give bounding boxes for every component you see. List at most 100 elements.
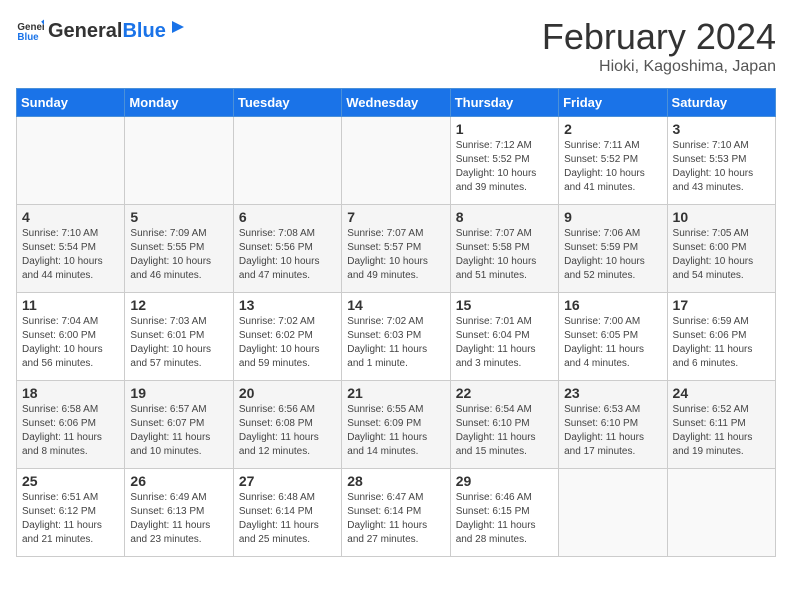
calendar-cell: 7 Sunrise: 7:07 AM Sunset: 5:57 PM Daylig… <box>342 205 450 293</box>
day-info: Sunrise: 6:47 AM Sunset: 6:14 PM Dayligh… <box>347 491 444 547</box>
day-number: 14 <box>347 297 444 313</box>
calendar-cell: 24 Sunrise: 6:52 AM Sunset: 6:11 PM Dayli… <box>667 381 775 469</box>
day-number: 1 <box>456 121 553 137</box>
main-title: February 2024 <box>542 16 776 58</box>
calendar-cell: 6 Sunrise: 7:08 AM Sunset: 5:56 PM Daylig… <box>233 205 341 293</box>
day-number: 17 <box>673 297 770 313</box>
calendar-cell: 29 Sunrise: 6:46 AM Sunset: 6:15 PM Dayli… <box>450 469 558 557</box>
day-info: Sunrise: 7:01 AM Sunset: 6:04 PM Dayligh… <box>456 315 553 371</box>
day-info: Sunrise: 7:02 AM Sunset: 6:03 PM Dayligh… <box>347 315 444 371</box>
day-info: Sunrise: 7:11 AM Sunset: 5:52 PM Dayligh… <box>564 139 661 195</box>
day-info: Sunrise: 6:54 AM Sunset: 6:10 PM Dayligh… <box>456 403 553 459</box>
day-info: Sunrise: 7:10 AM Sunset: 5:54 PM Dayligh… <box>22 227 119 283</box>
calendar-week-5: 25 Sunrise: 6:51 AM Sunset: 6:12 PM Dayli… <box>17 469 776 557</box>
day-number: 28 <box>347 473 444 489</box>
calendar-cell: 25 Sunrise: 6:51 AM Sunset: 6:12 PM Dayli… <box>17 469 125 557</box>
day-number: 13 <box>239 297 336 313</box>
day-number: 11 <box>22 297 119 313</box>
calendar-cell: 8 Sunrise: 7:07 AM Sunset: 5:58 PM Daylig… <box>450 205 558 293</box>
calendar-cell: 10 Sunrise: 7:05 AM Sunset: 6:00 PM Dayli… <box>667 205 775 293</box>
calendar-cell <box>559 469 667 557</box>
calendar-cell: 22Sunrise: 6:54 AM Sunset: 6:10 PM Dayli… <box>450 381 558 469</box>
calendar-cell: 11 Sunrise: 7:04 AM Sunset: 6:00 PM Dayli… <box>17 293 125 381</box>
calendar-cell: 1 Sunrise: 7:12 AM Sunset: 5:52 PM Daylig… <box>450 117 558 205</box>
calendar-cell: 19 Sunrise: 6:57 AM Sunset: 6:07 PM Dayli… <box>125 381 233 469</box>
day-info: Sunrise: 7:04 AM Sunset: 6:00 PM Dayligh… <box>22 315 119 371</box>
logo-icon: General Blue <box>16 16 44 44</box>
day-info: Sunrise: 7:07 AM Sunset: 5:57 PM Dayligh… <box>347 227 444 283</box>
calendar-cell <box>667 469 775 557</box>
day-number: 5 <box>130 209 227 225</box>
day-number: 21 <box>347 385 444 401</box>
calendar-cell: 12 Sunrise: 7:03 AM Sunset: 6:01 PM Dayli… <box>125 293 233 381</box>
calendar-cell: 15 Sunrise: 7:01 AM Sunset: 6:04 PM Dayli… <box>450 293 558 381</box>
calendar-header: SundayMondayTuesdayWednesdayThursdayFrid… <box>17 89 776 117</box>
header: General Blue General Blue February 2024 … <box>16 16 776 76</box>
calendar-cell <box>17 117 125 205</box>
day-number: 6 <box>239 209 336 225</box>
calendar-cell <box>233 117 341 205</box>
day-number: 4 <box>22 209 119 225</box>
day-number: 18 <box>22 385 119 401</box>
day-number: 24 <box>673 385 770 401</box>
day-info: Sunrise: 6:58 AM Sunset: 6:06 PM Dayligh… <box>22 403 119 459</box>
calendar-cell: 2 Sunrise: 7:11 AM Sunset: 5:52 PM Daylig… <box>559 117 667 205</box>
day-info: Sunrise: 7:05 AM Sunset: 6:00 PM Dayligh… <box>673 227 770 283</box>
calendar-cell: 14 Sunrise: 7:02 AM Sunset: 6:03 PM Dayli… <box>342 293 450 381</box>
calendar-table: SundayMondayTuesdayWednesdayThursdayFrid… <box>16 88 776 557</box>
day-info: Sunrise: 7:09 AM Sunset: 5:55 PM Dayligh… <box>130 227 227 283</box>
day-number: 23 <box>564 385 661 401</box>
day-info: Sunrise: 6:57 AM Sunset: 6:07 PM Dayligh… <box>130 403 227 459</box>
logo-arrow-icon <box>168 17 188 37</box>
logo-blue: Blue <box>122 20 165 43</box>
day-number: 7 <box>347 209 444 225</box>
day-info: Sunrise: 6:52 AM Sunset: 6:11 PM Dayligh… <box>673 403 770 459</box>
day-info: Sunrise: 7:00 AM Sunset: 6:05 PM Dayligh… <box>564 315 661 371</box>
weekday-header-thursday: Thursday <box>450 89 558 117</box>
day-number: 25 <box>22 473 119 489</box>
day-number: 15 <box>456 297 553 313</box>
day-number: 2 <box>564 121 661 137</box>
logo: General Blue General Blue <box>16 16 188 44</box>
day-number: 29 <box>456 473 553 489</box>
day-info: Sunrise: 7:07 AM Sunset: 5:58 PM Dayligh… <box>456 227 553 283</box>
day-info: Sunrise: 6:48 AM Sunset: 6:14 PM Dayligh… <box>239 491 336 547</box>
day-info: Sunrise: 7:10 AM Sunset: 5:53 PM Dayligh… <box>673 139 770 195</box>
day-info: Sunrise: 6:56 AM Sunset: 6:08 PM Dayligh… <box>239 403 336 459</box>
calendar-week-1: 1 Sunrise: 7:12 AM Sunset: 5:52 PM Daylig… <box>17 117 776 205</box>
day-info: Sunrise: 7:03 AM Sunset: 6:01 PM Dayligh… <box>130 315 227 371</box>
day-info: Sunrise: 7:08 AM Sunset: 5:56 PM Dayligh… <box>239 227 336 283</box>
day-number: 10 <box>673 209 770 225</box>
calendar-cell: 27 Sunrise: 6:48 AM Sunset: 6:14 PM Dayli… <box>233 469 341 557</box>
day-info: Sunrise: 6:49 AM Sunset: 6:13 PM Dayligh… <box>130 491 227 547</box>
calendar-body: 1 Sunrise: 7:12 AM Sunset: 5:52 PM Daylig… <box>17 117 776 557</box>
calendar-cell: 18 Sunrise: 6:58 AM Sunset: 6:06 PM Dayli… <box>17 381 125 469</box>
calendar-cell: 21 Sunrise: 6:55 AM Sunset: 6:09 PM Dayli… <box>342 381 450 469</box>
weekday-header-saturday: Saturday <box>667 89 775 117</box>
subtitle: Hioki, Kagoshima, Japan <box>542 58 776 76</box>
day-info: Sunrise: 6:46 AM Sunset: 6:15 PM Dayligh… <box>456 491 553 547</box>
calendar-cell: 17Sunrise: 6:59 AM Sunset: 6:06 PM Dayli… <box>667 293 775 381</box>
weekday-header-friday: Friday <box>559 89 667 117</box>
calendar-cell: 9 Sunrise: 7:06 AM Sunset: 5:59 PM Daylig… <box>559 205 667 293</box>
day-number: 26 <box>130 473 227 489</box>
calendar-cell: 13 Sunrise: 7:02 AM Sunset: 6:02 PM Dayli… <box>233 293 341 381</box>
weekday-header-tuesday: Tuesday <box>233 89 341 117</box>
calendar-cell: 3Sunrise: 7:10 AM Sunset: 5:53 PM Daylig… <box>667 117 775 205</box>
weekday-header-row: SundayMondayTuesdayWednesdayThursdayFrid… <box>17 89 776 117</box>
day-number: 20 <box>239 385 336 401</box>
day-number: 12 <box>130 297 227 313</box>
calendar-week-2: 4 Sunrise: 7:10 AM Sunset: 5:54 PM Daylig… <box>17 205 776 293</box>
day-number: 19 <box>130 385 227 401</box>
calendar-cell: 16Sunrise: 7:00 AM Sunset: 6:05 PM Dayli… <box>559 293 667 381</box>
calendar-cell: 5 Sunrise: 7:09 AM Sunset: 5:55 PM Daylig… <box>125 205 233 293</box>
day-number: 8 <box>456 209 553 225</box>
day-number: 9 <box>564 209 661 225</box>
day-info: Sunrise: 7:06 AM Sunset: 5:59 PM Dayligh… <box>564 227 661 283</box>
day-info: Sunrise: 7:12 AM Sunset: 5:52 PM Dayligh… <box>456 139 553 195</box>
day-number: 27 <box>239 473 336 489</box>
day-info: Sunrise: 6:55 AM Sunset: 6:09 PM Dayligh… <box>347 403 444 459</box>
day-info: Sunrise: 7:02 AM Sunset: 6:02 PM Dayligh… <box>239 315 336 371</box>
day-info: Sunrise: 6:51 AM Sunset: 6:12 PM Dayligh… <box>22 491 119 547</box>
calendar-week-4: 18 Sunrise: 6:58 AM Sunset: 6:06 PM Dayli… <box>17 381 776 469</box>
